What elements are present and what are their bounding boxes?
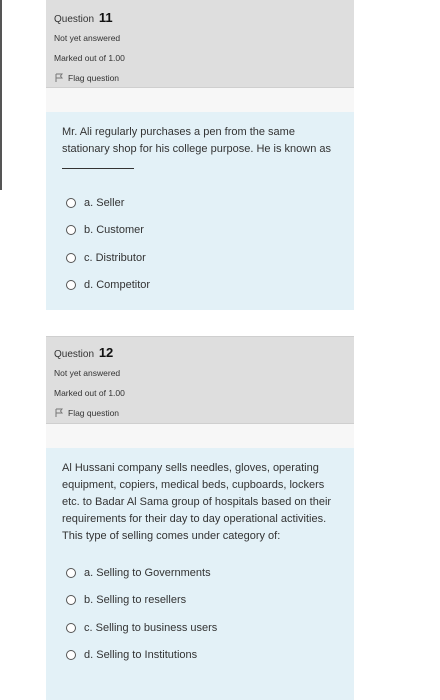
spacer	[46, 310, 354, 336]
question-12-info: Question 12 Not yet answered Marked out …	[46, 336, 354, 424]
flag-icon	[55, 408, 63, 417]
option-b[interactable]: b. Selling to resellers	[62, 587, 338, 615]
question-marks: Marked out of 1.00	[54, 53, 125, 63]
radio-button[interactable]	[66, 280, 76, 291]
option-a[interactable]: a. Selling to Governments	[62, 559, 338, 587]
radio-button[interactable]	[66, 567, 76, 578]
scroll-indicator	[0, 0, 2, 190]
option-d[interactable]: d. Competitor	[62, 272, 338, 300]
flag-question-label: Flag question	[68, 408, 120, 418]
question-number-value: 11	[98, 10, 113, 25]
question-12-content: Al Hussani company sells needles, gloves…	[46, 448, 354, 700]
radio-button[interactable]	[66, 622, 76, 633]
flag-question-button[interactable]: Flag question	[54, 73, 346, 83]
question-11-content: Mr. Ali regularly purchases a pen from t…	[46, 112, 354, 310]
radio-button[interactable]	[66, 252, 76, 263]
question-number: Question 11	[54, 10, 346, 25]
spacer	[46, 88, 354, 112]
radio-button[interactable]	[66, 225, 76, 236]
flag-question-label: Flag question	[68, 73, 120, 83]
answer-blank	[62, 158, 134, 169]
flag-icon	[55, 73, 63, 82]
radio-button[interactable]	[66, 595, 76, 606]
question-text: Mr. Ali regularly purchases a pen from t…	[62, 124, 338, 175]
option-c[interactable]: c. Distributor	[62, 244, 338, 272]
question-label: Question	[54, 349, 95, 360]
question-label: Question	[54, 14, 95, 25]
question-number: Question 12	[54, 345, 346, 360]
question-status: Not yet answered	[54, 368, 121, 378]
radio-button[interactable]	[66, 197, 76, 208]
spacer	[46, 424, 354, 448]
option-b[interactable]: b. Customer	[62, 217, 338, 245]
flag-question-button[interactable]: Flag question	[54, 408, 346, 418]
radio-button[interactable]	[66, 650, 76, 661]
question-text: Al Hussani company sells needles, gloves…	[62, 462, 332, 542]
question-number-value: 12	[98, 345, 114, 360]
question-status: Not yet answered	[54, 33, 121, 43]
question-11-info: Question 11 Not yet answered Marked out …	[46, 0, 354, 88]
option-a[interactable]: a. Seller	[62, 189, 338, 217]
question-marks: Marked out of 1.00	[54, 388, 125, 398]
option-d[interactable]: d. Selling to Institutions	[62, 642, 338, 670]
option-c[interactable]: c. Selling to business users	[62, 614, 338, 642]
